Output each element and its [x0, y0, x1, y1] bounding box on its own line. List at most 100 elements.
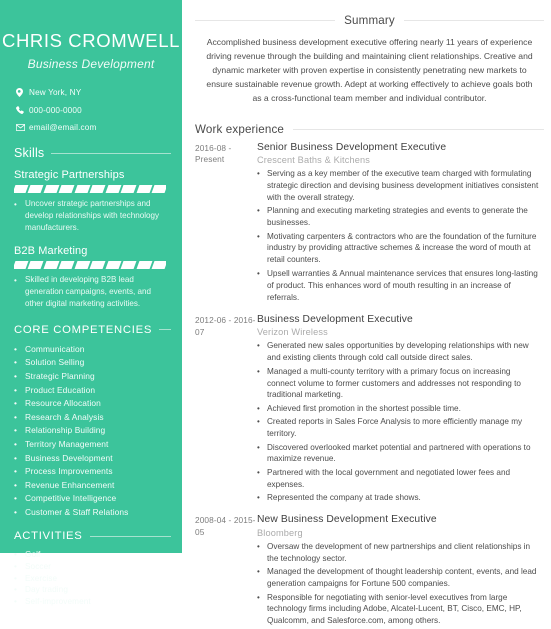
skill-level-bar: [14, 185, 166, 193]
job-bullet-text: Responsible for negotiating with senior-…: [267, 592, 522, 626]
main-content: Summary Accomplished business developmen…: [182, 0, 551, 625]
job-bullet-text: Planning and executing marketing strateg…: [267, 206, 528, 228]
competency-label: Resource Allocation: [25, 398, 101, 409]
bullet-marker: •: [257, 567, 260, 577]
competency-label: Research & Analysis: [25, 411, 104, 422]
bar-segment: [151, 185, 166, 193]
competency-label: Solution Selling: [25, 357, 85, 368]
work-experience-title: Work experience: [195, 122, 285, 136]
bar-segment: [151, 260, 166, 269]
bar-segment: [43, 185, 60, 193]
core-competencies-divider: [159, 329, 171, 331]
job-date: 2016-08 - Present: [195, 142, 232, 165]
summary-divider-right: [403, 20, 544, 21]
skill-name: B2B Marketing: [14, 244, 88, 257]
list-item: • Serving as a key member of the executiv…: [257, 168, 540, 204]
list-item: • Upsell warranties & Annual maintenance …: [257, 268, 540, 304]
activity-label: Day trading: [25, 585, 68, 595]
job-bullet-text: Created reports in Sales Force Analysis …: [267, 417, 523, 439]
bar-segment: [120, 185, 137, 193]
bar-segment: [58, 185, 75, 193]
summary-title: Summary: [344, 14, 395, 27]
activities-title: ACTIVITIES: [14, 530, 83, 543]
list-item: • Created reports in Sales Force Analysis…: [257, 416, 540, 440]
list-item: • Represented the company at trade shows.: [257, 492, 540, 504]
summary-header: Summary: [195, 14, 544, 27]
competency-label: Territory Management: [25, 438, 109, 449]
contact-location[interactable]: New York, NY: [16, 88, 182, 97]
contact-email-text: email@email.com: [29, 123, 97, 132]
activities-list: • Golf • Soccer • Exercise • Day trading • Se…: [14, 551, 171, 606]
list-item: • Discovered overlooked market potential …: [257, 442, 540, 466]
bar-segment: [27, 185, 44, 193]
core-competencies-section: CORE COMPETENCIES • Communication • Soluti…: [0, 324, 182, 517]
job-title: Business Development Executive: [257, 313, 413, 325]
skill-item: Strategic Partnerships • Uncover strateg…: [14, 169, 171, 234]
skill-description: Skilled in developing B2B lead generatio…: [25, 274, 151, 308]
activities-divider: [89, 535, 171, 537]
list-item: • Customer & Staff Relations: [14, 506, 171, 517]
sidebar: CHRIS CROMWELL Business Development New …: [0, 0, 182, 605]
skills-header: Skills: [14, 146, 171, 160]
bullet-marker: •: [14, 466, 18, 477]
job-bullet-text: Generated new sales opportunities by dev…: [267, 341, 529, 363]
envelope-icon: [16, 124, 29, 131]
skills-section: Skills Strategic Partnerships • Uncover …: [0, 146, 182, 310]
resume-page: CHRIS CROMWELL Business Development New …: [0, 0, 551, 625]
job-date: 2012-06 - 2016-07: [195, 314, 256, 337]
bullet-marker: •: [257, 417, 260, 427]
bullet-marker: •: [257, 467, 260, 477]
bullet-marker: •: [14, 506, 18, 517]
core-competencies-header: CORE COMPETENCIES: [14, 324, 171, 336]
bullet-marker: •: [14, 438, 18, 449]
job-bullet-text: Serving as a key member of the executive…: [267, 169, 539, 202]
job-bullet-text: Motivating carpenters & contractors who …: [267, 231, 537, 265]
skill-name: Strategic Partnerships: [14, 169, 125, 181]
activity-label: Exercise: [25, 573, 58, 583]
bar-segment: [27, 260, 44, 269]
bullet-marker: •: [14, 425, 18, 436]
job-details: Business Development Executive Verizon W…: [257, 314, 544, 506]
list-item: • Research & Analysis: [14, 411, 171, 422]
bullet-marker: •: [14, 493, 18, 504]
bar-segment: [74, 185, 91, 193]
bullet-marker: •: [14, 398, 18, 409]
bar-segment: [89, 185, 106, 193]
job-bullet-text: Upsell warranties & Annual maintenance s…: [267, 268, 538, 302]
bullet-marker: •: [14, 357, 18, 368]
list-item: • Process Improvements: [14, 466, 171, 477]
job-details: New Business Development Executive Bloom…: [257, 514, 544, 628]
bullet-marker: •: [257, 231, 260, 241]
contact-phone-text: 000-000-0000: [29, 105, 82, 115]
skill-description-row: • Uncover strategic partnerships and dev…: [14, 198, 171, 234]
activities-header: ACTIVITIES: [14, 530, 171, 542]
bullet-marker: •: [257, 493, 260, 503]
contact-email[interactable]: email@email.com: [16, 123, 182, 132]
list-item: • Product Education: [14, 385, 171, 394]
job-entry: 2012-06 - 2016-07 Business Development E…: [195, 314, 544, 506]
competency-label: Process Improvements: [25, 466, 113, 477]
job-bullet-text: Partnered with the local government and …: [267, 467, 511, 489]
bullet-marker: •: [257, 169, 260, 179]
bullet-marker: •: [14, 200, 17, 209]
competency-label: Communication: [25, 343, 85, 354]
job-title: Senior Business Development Executive: [257, 141, 447, 153]
list-item: • Solution Selling: [14, 357, 171, 368]
core-competencies-list: • Communication • Solution Selling • Strate…: [14, 343, 171, 517]
bullet-marker: •: [14, 585, 17, 595]
bar-segment: [14, 260, 29, 269]
job-bullet-list: • Oversaw the development of new partners…: [257, 541, 540, 627]
competency-label: Customer & Staff Relations: [25, 506, 129, 517]
phone-icon: [16, 106, 29, 114]
contact-phone[interactable]: 000-000-0000: [16, 106, 182, 115]
job-title: New Business Development Executive: [257, 514, 437, 526]
work-experience-header: Work experience: [195, 123, 544, 136]
bullet-marker: •: [14, 275, 17, 285]
job-bullet-list: • Generated new sales opportunities by de…: [257, 340, 540, 504]
bullet-marker: •: [14, 452, 18, 463]
candidate-role: Business Development: [27, 57, 155, 71]
job-entry: 2016-08 - Present Senior Business Develo…: [195, 142, 544, 305]
list-item: • Planning and executing marketing strate…: [257, 205, 540, 229]
list-item: • Self-improvement: [14, 597, 171, 606]
bullet-marker: •: [14, 343, 18, 354]
